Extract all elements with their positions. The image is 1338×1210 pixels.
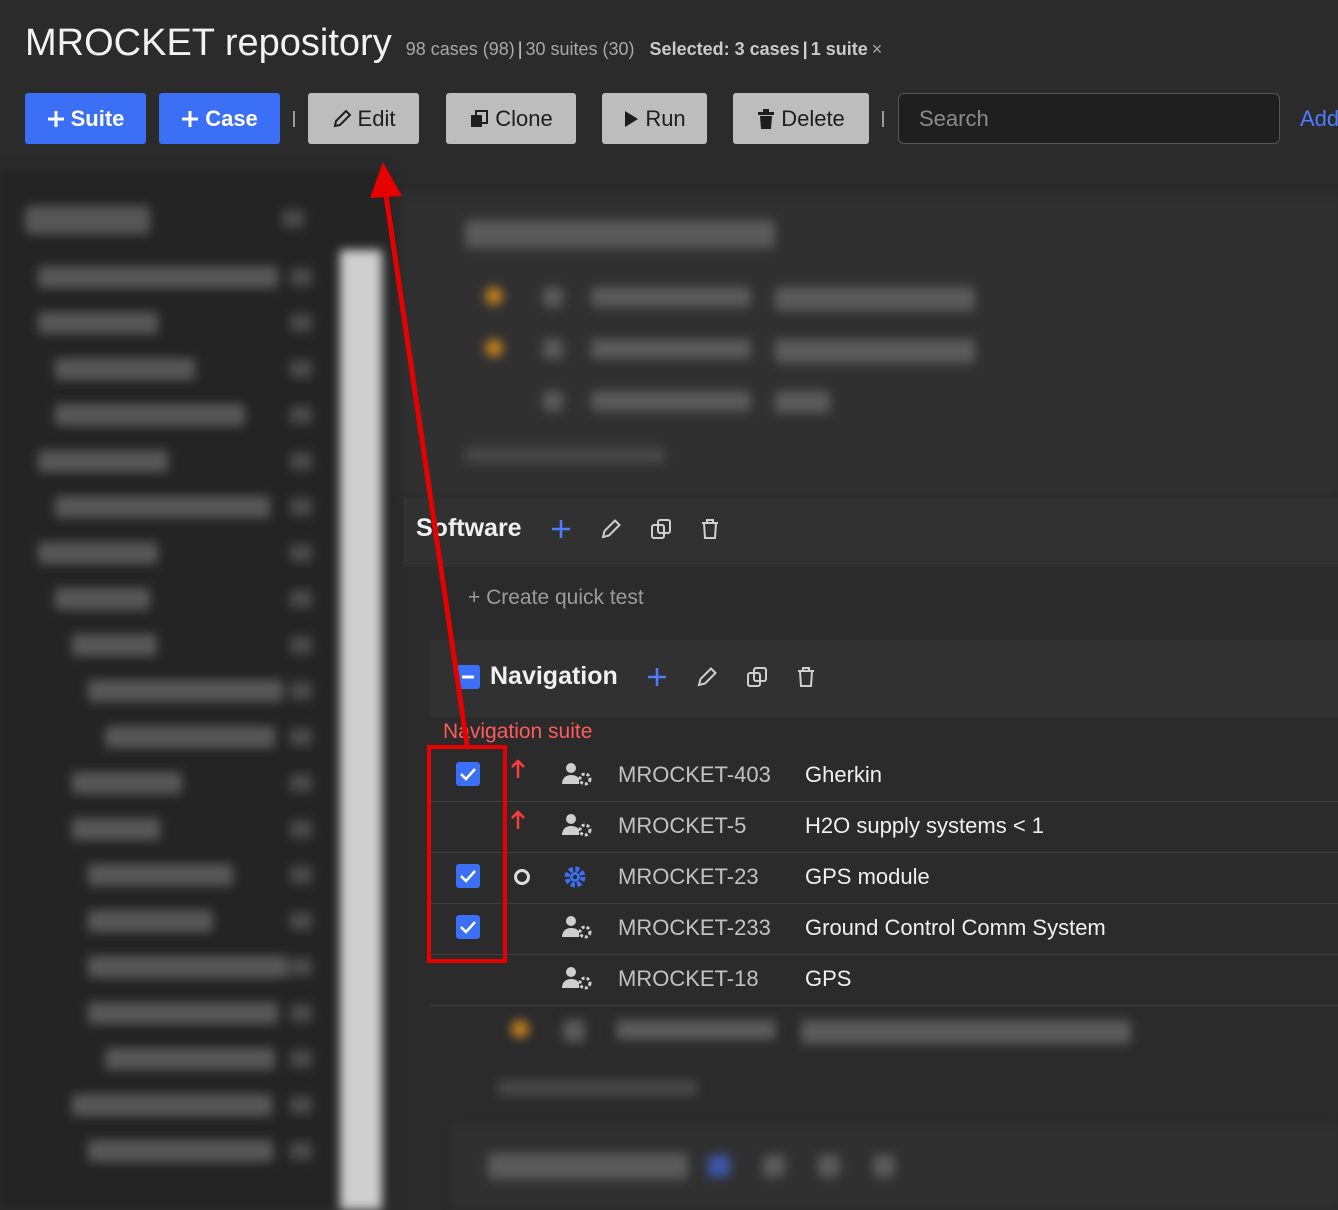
- cases-count: 98 cases (98): [405, 39, 515, 59]
- case-title[interactable]: Gherkin: [805, 762, 882, 788]
- sidebar-item[interactable]: [88, 680, 283, 702]
- case-title[interactable]: H2O supply systems < 1: [805, 813, 1044, 839]
- add-case-icon[interactable]: [550, 518, 572, 540]
- priority-normal-icon: [514, 869, 530, 885]
- play-icon: [623, 110, 639, 128]
- case-title[interactable]: Ground Control Comm System: [805, 915, 1106, 941]
- navigation-suite-title-bar: Navigation: [456, 662, 816, 691]
- copy-icon[interactable]: [650, 518, 672, 540]
- search-input[interactable]: Search: [898, 93, 1280, 144]
- create-quick-test-link[interactable]: + Create quick test: [468, 586, 644, 610]
- case-row[interactable]: MROCKET-18 GPS: [430, 954, 1338, 1006]
- sidebar-item[interactable]: [72, 818, 160, 840]
- case-title[interactable]: GPS module: [805, 864, 930, 890]
- repository-stats: 98 cases (98) | 30 suites (30) Selected: 3…: [405, 39, 883, 59]
- sidebar-item[interactable]: [88, 910, 213, 932]
- page-header: MROCKET repository 98 cases (98) | 30 suit…: [25, 22, 882, 65]
- sidebar-item[interactable]: [88, 1140, 273, 1162]
- case-row[interactable]: MROCKET-23 GPS module: [430, 852, 1338, 904]
- sidebar-item[interactable]: [38, 542, 158, 564]
- copy-icon: [469, 109, 489, 129]
- sidebar-item[interactable]: [72, 1094, 272, 1116]
- navigation-suite-description: Navigation suite: [443, 720, 593, 743]
- sidebar-item[interactable]: [38, 266, 278, 288]
- toolbar-divider: [293, 111, 295, 127]
- toolbar-divider: [882, 111, 884, 127]
- add-link[interactable]: Add: [1300, 106, 1338, 132]
- sidebar-item[interactable]: [72, 634, 157, 656]
- case-title[interactable]: GPS: [805, 966, 851, 992]
- add-suite-label: Suite: [70, 105, 125, 131]
- edit-label: Edit: [357, 105, 396, 131]
- user-gear-icon: [562, 813, 592, 842]
- plus-icon: [47, 110, 65, 128]
- user-gear-icon: [562, 915, 592, 944]
- checkbox-highlight-box: [427, 745, 507, 963]
- clear-selection-button[interactable]: ×: [872, 39, 883, 59]
- sidebar-item[interactable]: [55, 404, 245, 426]
- plus-icon: [181, 110, 199, 128]
- selected-cases: Selected: 3 cases: [649, 39, 800, 59]
- copy-icon[interactable]: [746, 666, 768, 688]
- selected-suites: 1 suite: [810, 39, 868, 59]
- pencil-icon[interactable]: [600, 518, 622, 540]
- case-id: MROCKET-233: [618, 915, 771, 940]
- sidebar-item[interactable]: [105, 726, 275, 748]
- sidebar-item[interactable]: [55, 496, 270, 518]
- case-id: MROCKET-23: [618, 864, 759, 889]
- delete-label: Delete: [781, 105, 845, 131]
- page-title: MROCKET repository: [25, 22, 392, 64]
- run-button[interactable]: Run: [602, 93, 707, 144]
- edit-button[interactable]: Edit: [308, 93, 419, 144]
- add-case-button[interactable]: Case: [159, 93, 280, 144]
- gear-icon: [562, 864, 588, 895]
- sidebar-item[interactable]: [88, 956, 288, 978]
- suites-count: 30 suites (30): [525, 39, 635, 59]
- toolbar: Suite Case Edit Clone Run Delete Search …: [25, 93, 1338, 144]
- add-suite-button[interactable]: Suite: [25, 93, 146, 144]
- pencil-icon[interactable]: [696, 666, 718, 688]
- sidebar-item[interactable]: [72, 772, 182, 794]
- clone-button[interactable]: Clone: [446, 93, 576, 144]
- arrow-up-icon: [510, 759, 526, 785]
- sidebar-item[interactable]: [38, 312, 158, 334]
- case-id: MROCKET-5: [618, 813, 747, 838]
- trash-icon: [757, 108, 775, 129]
- sidebar-item[interactable]: [55, 588, 150, 610]
- user-gear-icon: [562, 966, 592, 995]
- user-gear-icon: [562, 762, 592, 791]
- sidebar-item[interactable]: [88, 1002, 278, 1024]
- sidebar-item[interactable]: [55, 358, 195, 380]
- trash-icon[interactable]: [700, 518, 720, 540]
- add-case-label: Case: [205, 105, 258, 131]
- add-case-icon[interactable]: [646, 666, 668, 688]
- case-id: MROCKET-403: [618, 762, 771, 787]
- trash-icon[interactable]: [796, 666, 816, 688]
- sidebar-collapse[interactable]: [282, 210, 304, 228]
- case-id: MROCKET-18: [618, 966, 759, 991]
- minus-square-icon[interactable]: [456, 664, 480, 689]
- sidebar-item[interactable]: [105, 1048, 275, 1070]
- arrow-up-icon: [510, 810, 526, 836]
- suite-header-blurred: [465, 220, 775, 248]
- sidebar-item[interactable]: [38, 450, 168, 472]
- software-suite-name: Software: [416, 514, 522, 542]
- navigation-suite-name: Navigation: [490, 662, 618, 690]
- clone-label: Clone: [495, 105, 553, 131]
- case-row[interactable]: MROCKET-5 H2O supply systems < 1: [430, 801, 1338, 853]
- pencil-icon: [332, 109, 352, 129]
- case-row[interactable]: MROCKET-403 Gherkin: [430, 750, 1338, 802]
- case-row[interactable]: MROCKET-233 Ground Control Comm System: [430, 903, 1338, 955]
- suites-sidebar: [0, 170, 392, 1210]
- sidebar-title: [25, 206, 150, 234]
- delete-button[interactable]: Delete: [733, 93, 869, 144]
- sidebar-item[interactable]: [88, 864, 233, 886]
- sidebar-scrollbar[interactable]: [340, 250, 382, 1210]
- run-label: Run: [645, 105, 686, 131]
- software-suite-title-bar: Software: [416, 514, 720, 543]
